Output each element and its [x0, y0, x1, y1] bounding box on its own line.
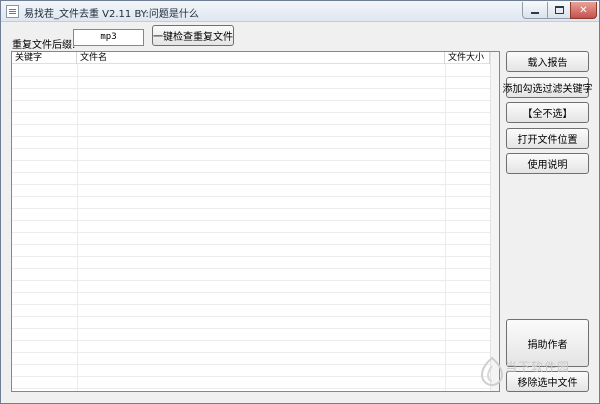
file-list[interactable]: 关键字 文件名 文件大小 [11, 51, 500, 392]
grid-row-line [12, 268, 490, 269]
grid-row-line [12, 220, 490, 221]
close-icon: ✕ [579, 4, 588, 16]
grid-row-line [12, 112, 490, 113]
maximize-icon [554, 6, 564, 14]
grid-row-line [12, 208, 490, 209]
grid-row-line [12, 184, 490, 185]
grid-row-line [12, 340, 490, 341]
grid-row-line [12, 280, 490, 281]
suffix-input[interactable]: mp3 [73, 29, 144, 46]
grid-row-line [12, 292, 490, 293]
grid-row-line [12, 364, 490, 365]
grid-row-line [12, 196, 490, 197]
select-none-button[interactable]: 【全不选】 [506, 102, 589, 123]
grid-row-line [12, 124, 490, 125]
add-filter-keyword-button[interactable]: 添加勾选过滤关键字 [503, 77, 593, 98]
grid-row-line [12, 352, 490, 353]
minimize-button[interactable] [522, 2, 548, 19]
grid-row-line [12, 244, 490, 245]
remove-selected-button[interactable]: 移除选中文件 [506, 371, 589, 392]
grid-row-line [12, 100, 490, 101]
suffix-label: 重复文件后缀: [12, 40, 76, 51]
donate-button[interactable]: 捐助作者 [506, 319, 589, 367]
check-duplicates-button[interactable]: 一键检查重复文件 [152, 25, 234, 46]
grid-row-line [12, 316, 490, 317]
grid-row-line [12, 256, 490, 257]
column-header-filesize[interactable]: 文件大小 [445, 52, 490, 64]
list-scrollbar[interactable] [490, 52, 499, 391]
minimize-icon [531, 12, 539, 14]
grid-row-line [12, 328, 490, 329]
grid-row-line [12, 160, 490, 161]
grid-column-line [445, 64, 446, 391]
grid-row-line [12, 304, 490, 305]
column-header-keyword[interactable]: 关键字 [12, 52, 77, 64]
maximize-button[interactable] [547, 2, 571, 19]
app-window: 易找茬_文件去重 V2.11 BY:问题是什么 ✕ 重复文件后缀: mp3 一键… [0, 0, 600, 404]
list-header: 关键字 文件名 文件大小 [12, 52, 499, 64]
load-report-button[interactable]: 载入报告 [506, 51, 589, 72]
column-header-filename[interactable]: 文件名 [77, 52, 445, 64]
grid-row-line [12, 88, 490, 89]
grid-row-line [12, 388, 490, 389]
close-button[interactable]: ✕ [570, 2, 597, 19]
grid-row-line [12, 136, 490, 137]
grid-row-line [12, 232, 490, 233]
open-file-location-button[interactable]: 打开文件位置 [506, 128, 589, 149]
grid-row-line [12, 76, 490, 77]
grid-row-line [12, 148, 490, 149]
app-icon [6, 5, 19, 18]
title-bar[interactable]: 易找茬_文件去重 V2.11 BY:问题是什么 ✕ [1, 1, 599, 22]
grid-column-line [77, 64, 78, 391]
instructions-button[interactable]: 使用说明 [506, 153, 589, 174]
window-title: 易找茬_文件去重 V2.11 BY:问题是什么 [24, 9, 199, 20]
grid-row-line [12, 172, 490, 173]
grid-row-line [12, 376, 490, 377]
